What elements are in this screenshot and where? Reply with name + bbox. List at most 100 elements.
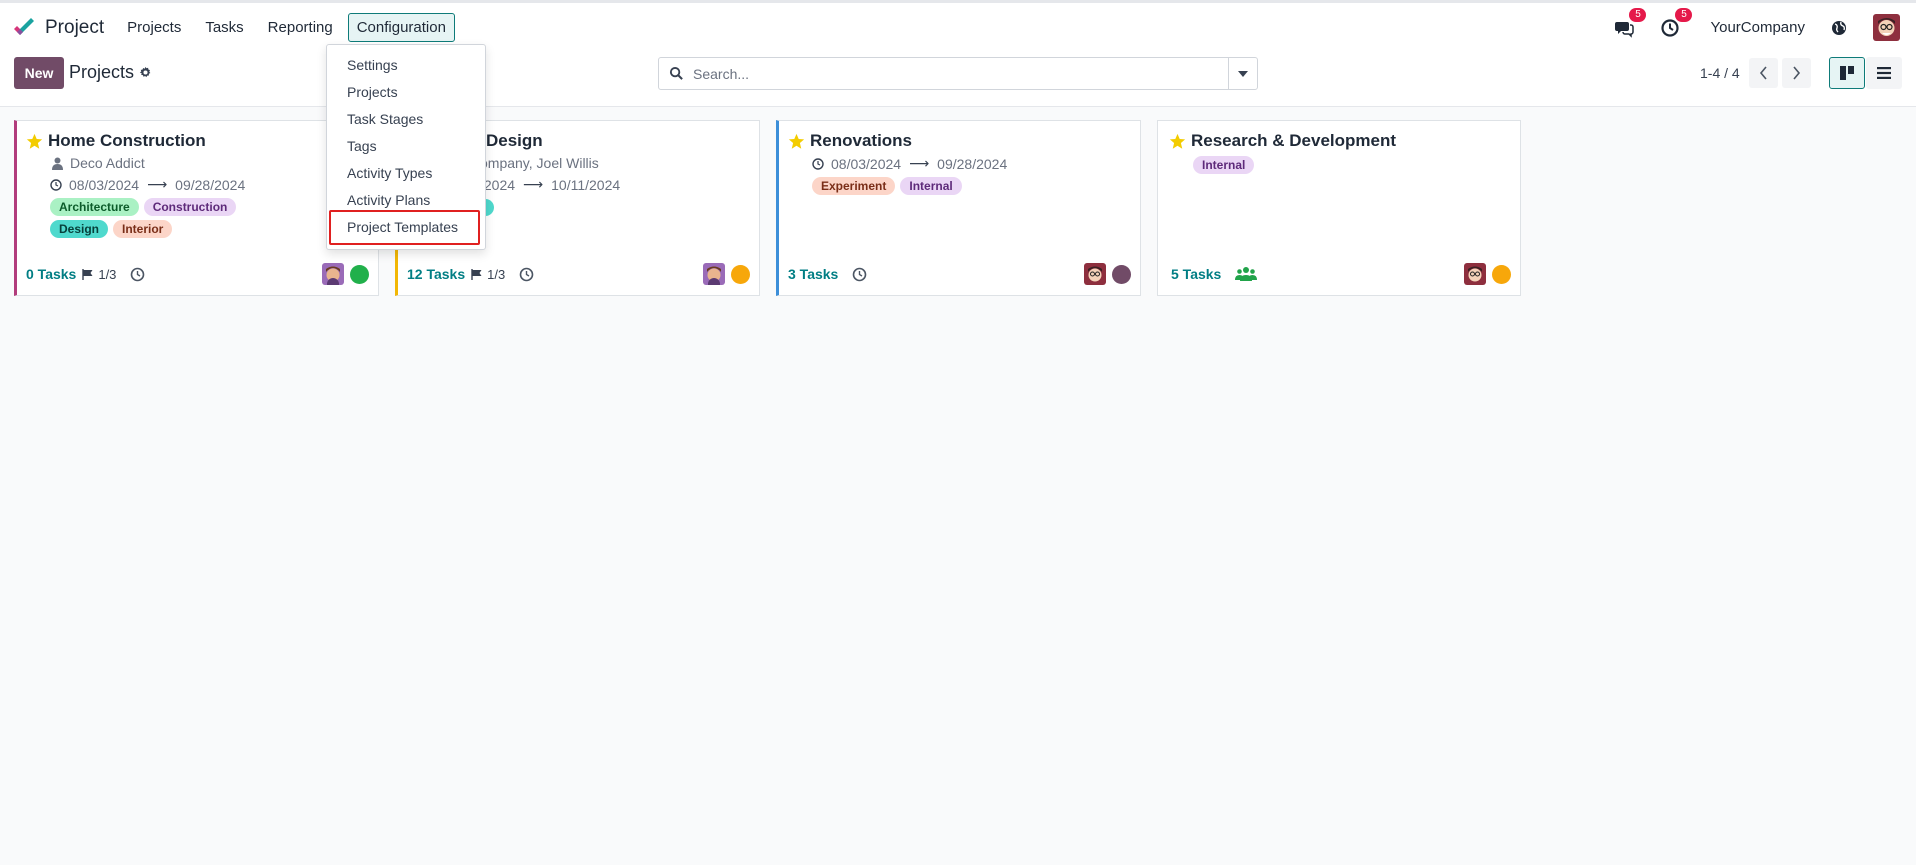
- date-arrow-icon: ⟶: [523, 176, 544, 192]
- new-button[interactable]: New: [14, 57, 64, 89]
- tasks-link[interactable]: 5 Tasks: [1171, 266, 1221, 282]
- chevron-right-icon: [1793, 66, 1801, 80]
- favorite-star-icon[interactable]: [1169, 133, 1186, 150]
- card-footer: 5 Tasks: [1171, 263, 1511, 285]
- messages-button[interactable]: 5: [1612, 7, 1647, 40]
- chevron-left-icon: [1759, 66, 1767, 80]
- user-avatar[interactable]: [1873, 14, 1900, 41]
- tag: Architecture: [50, 198, 139, 216]
- tasks-link[interactable]: 3 Tasks: [788, 266, 838, 282]
- project-tags: Internal: [1193, 156, 1259, 174]
- project-customer: ompany, Joel Willis: [480, 155, 599, 171]
- project-dates: /2024 ⟶ 10/11/2024: [480, 176, 621, 193]
- favorite-star-icon[interactable]: [26, 133, 43, 150]
- card-footer-right: [703, 263, 750, 285]
- card-footer-right: [322, 263, 369, 285]
- project-card[interactable]: Research & Development Internal 5 Tasks: [1157, 120, 1521, 296]
- clock-icon: [50, 178, 62, 191]
- project-logo-icon: [14, 17, 34, 35]
- dropdown-item-activity-plans[interactable]: Activity Plans: [347, 192, 430, 208]
- status-dot[interactable]: [1492, 264, 1511, 284]
- tasks-link[interactable]: 12 Tasks: [407, 266, 465, 282]
- followers-icon[interactable]: [1235, 266, 1258, 282]
- dropdown-item-tags[interactable]: Tags: [347, 138, 377, 154]
- globe-icon: [1832, 20, 1846, 35]
- date-arrow-icon: ⟶: [909, 155, 930, 171]
- list-view-button[interactable]: [1866, 57, 1902, 89]
- project-title: Design: [486, 131, 543, 150]
- activities-badge: 5: [1675, 7, 1693, 22]
- configuration-dropdown: Settings Projects Task Stages Tags Activ…: [326, 44, 486, 250]
- search-icon: [659, 66, 693, 81]
- app-name: Project: [45, 16, 105, 38]
- company-switcher[interactable]: YourCompany: [1710, 19, 1805, 36]
- clock-icon: [812, 157, 824, 170]
- project-card[interactable]: Home Construction Deco Addict 08/03/2024…: [14, 120, 379, 296]
- flag-icon: [82, 268, 93, 280]
- tag: Construction: [143, 198, 237, 216]
- list-icon: [1877, 67, 1891, 79]
- assignee-avatar[interactable]: [322, 263, 344, 285]
- project-card[interactable]: Renovations 08/03/2024 ⟶ 09/28/2024 Expe…: [776, 120, 1141, 296]
- dropdown-item-task-stages[interactable]: Task Stages: [347, 111, 423, 127]
- website-button[interactable]: [1827, 16, 1851, 40]
- favorite-star-icon[interactable]: [788, 133, 805, 150]
- assignee-avatar[interactable]: [1464, 263, 1486, 285]
- dropdown-item-settings[interactable]: Settings: [347, 57, 398, 73]
- project-tags-row-2: Design Interior: [50, 220, 177, 238]
- control-panel: New Projects 1-4 / 4: [0, 52, 1916, 107]
- assignee-avatar[interactable]: [1084, 263, 1106, 285]
- tasks-link[interactable]: 0 Tasks: [26, 266, 76, 282]
- status-dot[interactable]: [350, 264, 369, 284]
- kanban-view-button[interactable]: [1829, 57, 1865, 89]
- search-input[interactable]: [693, 58, 1228, 89]
- pager-next-button[interactable]: [1782, 58, 1811, 88]
- project-title: Renovations: [810, 131, 913, 150]
- caret-down-icon: [1238, 70, 1248, 77]
- date-arrow-icon: ⟶: [147, 176, 168, 192]
- user-icon: [52, 157, 63, 170]
- card-footer-right: [1464, 263, 1511, 285]
- project-tags-row-1: Architecture Construction: [50, 198, 241, 216]
- menu-configuration[interactable]: Configuration: [347, 13, 455, 42]
- activity-clock-icon[interactable]: [130, 267, 145, 282]
- dropdown-item-project-templates[interactable]: Project Templates: [347, 219, 458, 235]
- assignee-avatar[interactable]: [703, 263, 725, 285]
- messages-badge: 5: [1629, 7, 1647, 22]
- project-dates: 08/03/2024 ⟶ 09/28/2024: [50, 176, 245, 193]
- menu-reporting[interactable]: Reporting: [259, 13, 342, 42]
- app-brand[interactable]: Project: [12, 16, 104, 40]
- flag-icon: [471, 268, 482, 280]
- project-title: Research & Development: [1191, 131, 1397, 150]
- card-footer: 3 Tasks: [788, 263, 1131, 285]
- project-title: Home Construction: [48, 131, 206, 150]
- status-dot[interactable]: [731, 264, 750, 284]
- search-options-toggle[interactable]: [1228, 58, 1257, 89]
- project-tags: Experiment Internal: [812, 177, 967, 195]
- top-navbar: Project Projects Tasks Reporting Configu…: [0, 0, 1916, 52]
- status-dot[interactable]: [1112, 264, 1131, 284]
- pager-previous-button[interactable]: [1749, 58, 1778, 88]
- activities-button[interactable]: 5: [1658, 7, 1693, 40]
- search-bar: [658, 57, 1258, 90]
- project-customer: Deco Addict: [52, 155, 145, 171]
- menu-projects[interactable]: Projects: [118, 13, 190, 42]
- activity-clock-icon[interactable]: [519, 267, 534, 282]
- dropdown-item-activity-types[interactable]: Activity Types: [347, 165, 432, 181]
- activity-clock-icon[interactable]: [852, 267, 867, 282]
- card-footer: 12 Tasks 1/3: [407, 263, 750, 285]
- kanban-icon: [1840, 66, 1854, 80]
- tag: Design: [50, 220, 109, 238]
- gear-icon[interactable]: [139, 66, 152, 79]
- pager-value[interactable]: 1-4 / 4: [1700, 65, 1740, 81]
- main-menu: Projects Tasks Reporting Configuration: [118, 13, 461, 42]
- tag: Experiment: [812, 177, 896, 195]
- milestones: 1/3: [82, 267, 116, 282]
- tag: Internal: [900, 177, 962, 195]
- menu-tasks[interactable]: Tasks: [196, 13, 252, 42]
- milestones: 1/3: [471, 267, 505, 282]
- card-footer-right: [1084, 263, 1131, 285]
- breadcrumb: Projects: [69, 62, 152, 83]
- navbar-right: 5 5 YourCompany: [1590, 3, 1900, 52]
- dropdown-item-projects[interactable]: Projects: [347, 84, 398, 100]
